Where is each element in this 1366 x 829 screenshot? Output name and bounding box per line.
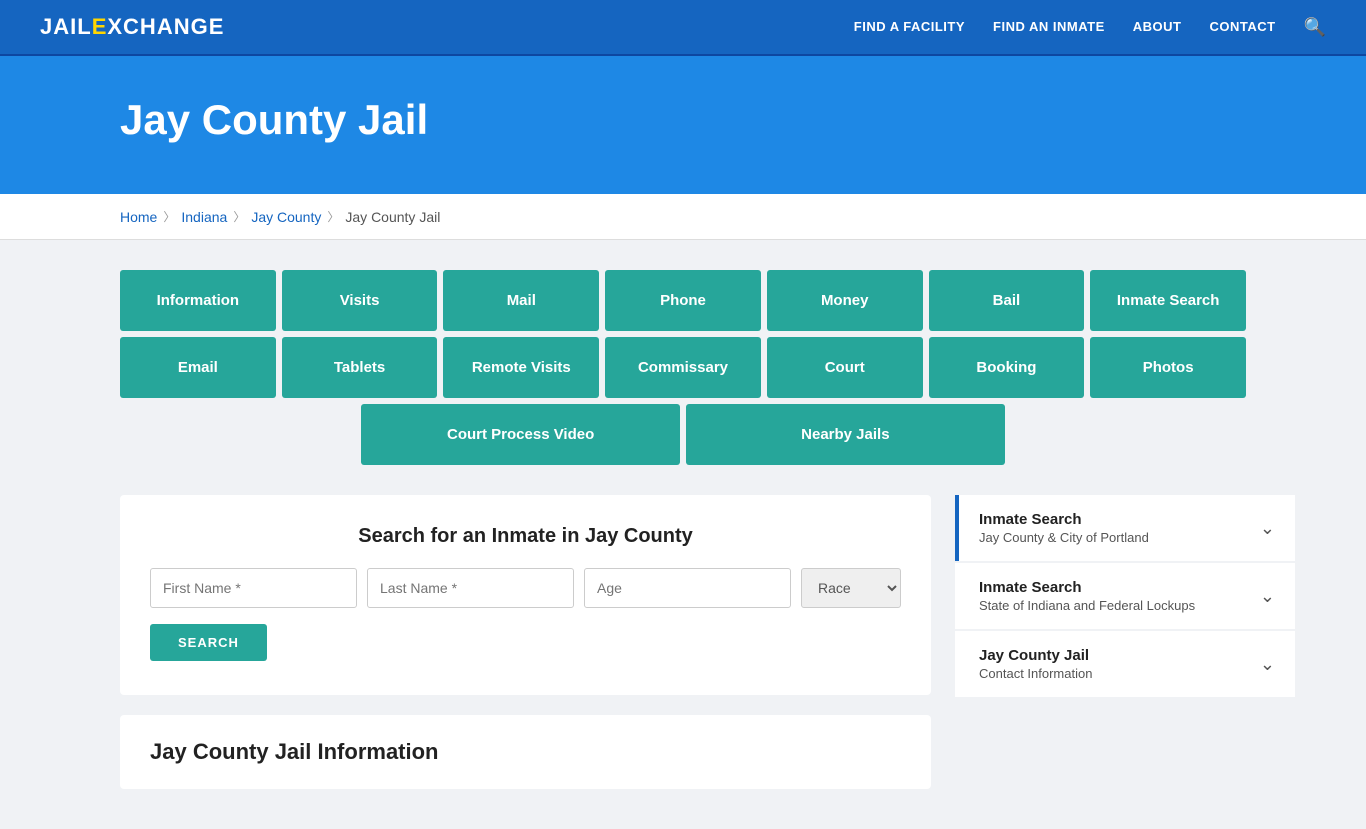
lower-section: Search for an Inmate in Jay County Race … <box>120 495 1246 789</box>
tile-inmate-search[interactable]: Inmate Search <box>1090 270 1246 331</box>
tile-row-3: Court Process Video Nearby Jails <box>120 404 1246 465</box>
sidebar-item-1[interactable]: Inmate Search State of Indiana and Feder… <box>955 563 1295 629</box>
page-title: Jay County Jail <box>120 96 1246 144</box>
breadcrumb-indiana[interactable]: Indiana <box>181 209 227 225</box>
nav-find-inmate[interactable]: FIND AN INMATE <box>993 19 1105 34</box>
tile-remote-visits[interactable]: Remote Visits <box>443 337 599 398</box>
breadcrumb-jay-county[interactable]: Jay County <box>251 209 321 225</box>
tile-commissary[interactable]: Commissary <box>605 337 761 398</box>
tile-row-2: Email Tablets Remote Visits Commissary C… <box>120 337 1246 398</box>
tile-mail[interactable]: Mail <box>443 270 599 331</box>
chevron-down-icon-2: ⌄ <box>1260 654 1275 675</box>
race-select[interactable]: Race All White Black Hispanic Asian Othe… <box>801 568 901 608</box>
tile-court[interactable]: Court <box>767 337 923 398</box>
tile-email[interactable]: Email <box>120 337 276 398</box>
sidebar-item-1-title: Inmate Search <box>979 579 1195 596</box>
last-name-input[interactable] <box>367 568 574 608</box>
nav-about[interactable]: ABOUT <box>1133 19 1182 34</box>
tile-tablets[interactable]: Tablets <box>282 337 438 398</box>
sidebar-item-2-title: Jay County Jail <box>979 647 1092 664</box>
breadcrumb: Home 〉 Indiana 〉 Jay County 〉 Jay County… <box>0 194 1366 240</box>
search-button[interactable]: SEARCH <box>150 624 267 661</box>
breadcrumb-current: Jay County Jail <box>345 209 440 225</box>
sep-3: 〉 <box>327 208 339 225</box>
sidebar-item-0-title: Inmate Search <box>979 511 1149 528</box>
tile-row-1: Information Visits Mail Phone Money Bail… <box>120 270 1246 331</box>
nav-contact[interactable]: CONTACT <box>1209 19 1275 34</box>
info-section: Jay County Jail Information <box>120 715 931 789</box>
tile-bail[interactable]: Bail <box>929 270 1085 331</box>
chevron-down-icon-0: ⌄ <box>1260 518 1275 539</box>
sep-1: 〉 <box>163 208 175 225</box>
info-title: Jay County Jail Information <box>150 739 901 765</box>
tile-nearby-jails[interactable]: Nearby Jails <box>686 404 1005 465</box>
tile-booking[interactable]: Booking <box>929 337 1085 398</box>
tile-photos[interactable]: Photos <box>1090 337 1246 398</box>
search-card: Search for an Inmate in Jay County Race … <box>120 495 931 695</box>
search-inputs: Race All White Black Hispanic Asian Othe… <box>150 568 901 608</box>
sidebar-item-0-subtitle: Jay County & City of Portland <box>979 530 1149 545</box>
sidebar: Inmate Search Jay County & City of Portl… <box>955 495 1295 699</box>
sidebar-item-2[interactable]: Jay County Jail Contact Information ⌄ <box>955 631 1295 697</box>
sidebar-item-0[interactable]: Inmate Search Jay County & City of Portl… <box>955 495 1295 561</box>
sidebar-item-2-subtitle: Contact Information <box>979 666 1092 681</box>
logo[interactable]: JAILEXCHANGE <box>40 14 224 40</box>
tile-phone[interactable]: Phone <box>605 270 761 331</box>
tile-money[interactable]: Money <box>767 270 923 331</box>
tile-information[interactable]: Information <box>120 270 276 331</box>
search-title: Search for an Inmate in Jay County <box>150 525 901 548</box>
breadcrumb-home[interactable]: Home <box>120 209 157 225</box>
content-area: Information Visits Mail Phone Money Bail… <box>0 240 1366 829</box>
tile-visits[interactable]: Visits <box>282 270 438 331</box>
chevron-down-icon-1: ⌄ <box>1260 586 1275 607</box>
tile-court-process-video[interactable]: Court Process Video <box>361 404 680 465</box>
nav-find-facility[interactable]: FIND A FACILITY <box>854 19 965 34</box>
nav-links: FIND A FACILITY FIND AN INMATE ABOUT CON… <box>854 17 1326 38</box>
sep-2: 〉 <box>233 208 245 225</box>
search-icon[interactable]: 🔍 <box>1304 17 1326 37</box>
age-input[interactable] <box>584 568 791 608</box>
hero-section: Jay County Jail <box>0 56 1366 194</box>
first-name-input[interactable] <box>150 568 357 608</box>
sidebar-item-1-subtitle: State of Indiana and Federal Lockups <box>979 598 1195 613</box>
navbar: JAILEXCHANGE FIND A FACILITY FIND AN INM… <box>0 0 1366 56</box>
